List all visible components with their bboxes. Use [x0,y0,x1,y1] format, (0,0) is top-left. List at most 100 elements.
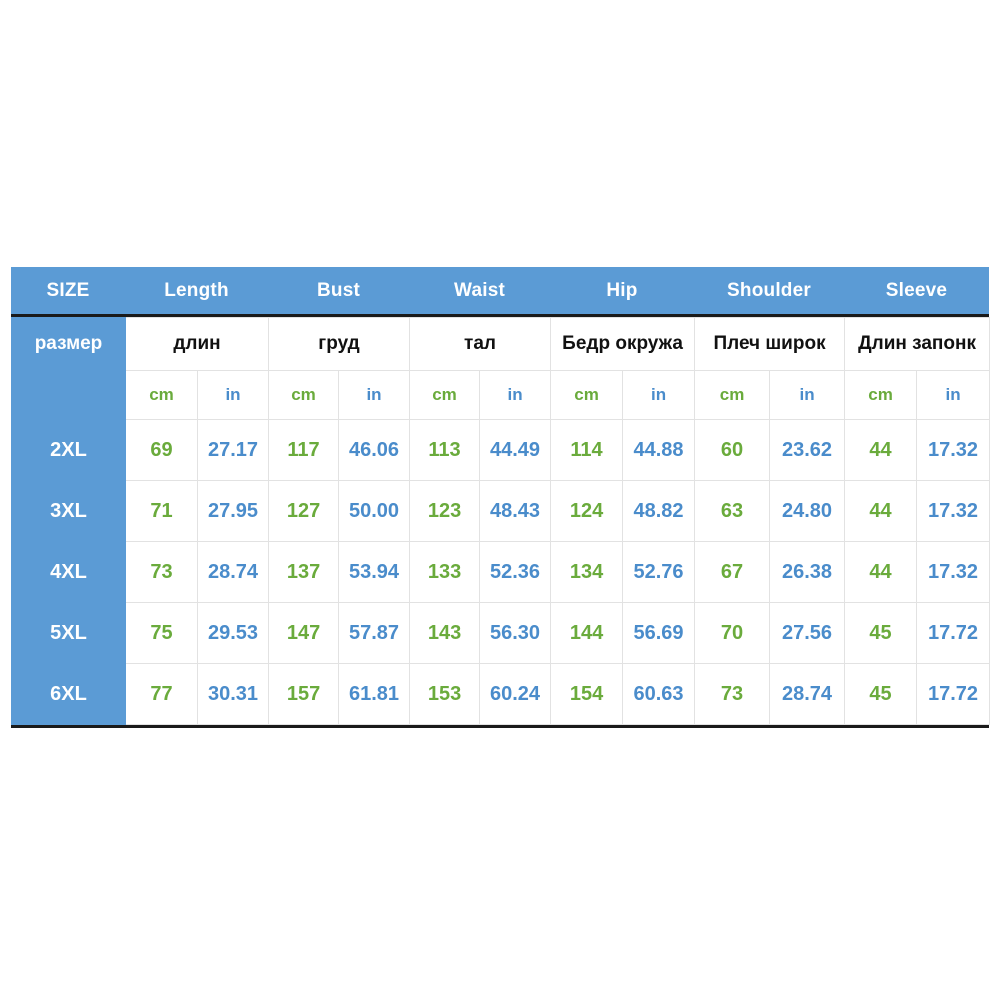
cell-value: 60.24 [479,663,552,725]
cell-value: 77 [125,663,198,725]
cell-value: 44 [844,541,918,603]
cell-value: 46.06 [338,419,411,481]
unit-length-cm: cm [125,370,198,420]
cell-value: 67 [694,541,771,603]
band-label-waist: Waist [454,279,505,301]
cell-value: 52.36 [479,541,552,603]
cell-value: 28.74 [196,541,270,603]
table-row: 2XL 69 27.17 117 46.06 113 44.49 114 44.88 60 23.6… [11,419,991,481]
header-group-hip-ru: Бедр окружа [550,317,696,371]
cell-value: 48.43 [479,480,552,542]
band-label-size: SIZE [46,279,90,301]
cell-value: 27.17 [196,419,270,481]
cell-value: 48.82 [622,480,696,542]
cell-value: 153 [409,663,481,725]
table-band-header: SIZE Length Bust Waist Hip Shoulder Slee… [11,267,989,317]
cell-value: 44 [844,419,918,481]
cell-value: 117 [268,419,340,481]
unit-shoulder-in: in [769,370,846,420]
cell-value: 52.76 [622,541,696,603]
page-root: SIZE Length Bust Waist Hip Shoulder Slee… [0,0,1000,1000]
header-size-ru: размер [11,317,126,371]
cell-value: 61.81 [338,663,411,725]
cell-value: 123 [409,480,481,542]
header-group-sleeve-ru: Длин запонк [844,317,991,371]
unit-hip-cm: cm [550,370,624,420]
unit-bust-cm: cm [268,370,340,420]
cell-value: 17.32 [916,541,991,603]
unit-header-row: cm in cm in cm in cm in cm in cm in [11,370,991,420]
cell-value: 56.30 [479,602,552,664]
header-group-waist-ru: тал [409,317,552,371]
cell-value: 45 [844,602,918,664]
cell-value: 114 [550,419,624,481]
cell-value: 27.95 [196,480,270,542]
unit-hip-in: in [622,370,696,420]
header-group-length-ru: длин [124,317,270,371]
cell-value: 23.62 [769,419,846,481]
cell-value: 17.72 [916,602,991,664]
row-size-label: 4XL [11,541,126,603]
cell-value: 73 [694,663,771,725]
cell-value: 56.69 [622,602,696,664]
cell-value: 45 [844,663,918,725]
localized-header-row: размер длин груд тал Бедр окружа Плеч ши… [11,317,991,371]
header-group-bust-ru: груд [268,317,411,371]
header-group-shoulder-ru: Плеч широк [694,317,846,371]
cell-value: 144 [550,602,624,664]
cell-value: 133 [409,541,481,603]
cell-value: 53.94 [338,541,411,603]
cell-value: 30.31 [196,663,270,725]
unit-waist-in: in [479,370,552,420]
cell-value: 75 [125,602,198,664]
unit-sleeve-cm: cm [844,370,918,420]
table-row: 3XL 71 27.95 127 50.00 123 48.43 124 48.82 63 24.8… [11,480,991,542]
cell-value: 26.38 [769,541,846,603]
table-row: 6XL 77 30.31 157 61.81 153 60.24 154 60.63 73 28.7… [11,663,991,725]
table-row: 4XL 73 28.74 137 53.94 133 52.36 134 52.76 67 26.3… [11,541,991,603]
band-label-bust: Bust [316,279,361,301]
table-bottom-rule [11,725,989,728]
cell-value: 24.80 [769,480,846,542]
band-label-sleeve: Sleeve [885,279,948,301]
cell-value: 28.74 [769,663,846,725]
cell-value: 17.32 [916,419,991,481]
cell-value: 17.72 [916,663,991,725]
row-size-label: 3XL [11,480,126,542]
measurements-body: 2XL 69 27.17 117 46.06 113 44.49 114 44.88 60 23.6… [11,419,991,725]
cell-value: 70 [694,602,771,664]
table-row: 5XL 75 29.53 147 57.87 143 56.30 144 56.69 70 27.5… [11,602,991,664]
cell-value: 143 [409,602,481,664]
band-label-shoulder: Shoulder [727,279,811,301]
cell-value: 17.32 [916,480,991,542]
cell-value: 44 [844,480,918,542]
band-label-length: Length [164,279,229,301]
size-chart-table: SIZE Length Bust Waist Hip Shoulder Slee… [11,267,991,728]
unit-shoulder-cm: cm [694,370,771,420]
unit-sleeve-in: in [916,370,991,420]
unit-row-size-spacer [11,370,126,420]
cell-value: 44.88 [622,419,696,481]
cell-value: 27.56 [769,602,846,664]
cell-value: 157 [268,663,340,725]
cell-value: 69 [125,419,198,481]
band-label-hip: Hip [606,279,638,301]
cell-value: 60 [694,419,771,481]
cell-value: 127 [268,480,340,542]
cell-value: 154 [550,663,624,725]
unit-bust-in: in [338,370,411,420]
cell-value: 44.49 [479,419,552,481]
cell-value: 63 [694,480,771,542]
row-size-label: 5XL [11,602,126,664]
unit-waist-cm: cm [409,370,481,420]
measurements-grid: размер длин груд тал Бедр окружа Плеч ши… [11,317,991,725]
cell-value: 50.00 [338,480,411,542]
row-size-label: 2XL [11,419,126,481]
cell-value: 57.87 [338,602,411,664]
row-size-label: 6XL [11,663,126,725]
cell-value: 73 [125,541,198,603]
cell-value: 113 [409,419,481,481]
cell-value: 147 [268,602,340,664]
cell-value: 124 [550,480,624,542]
cell-value: 71 [125,480,198,542]
